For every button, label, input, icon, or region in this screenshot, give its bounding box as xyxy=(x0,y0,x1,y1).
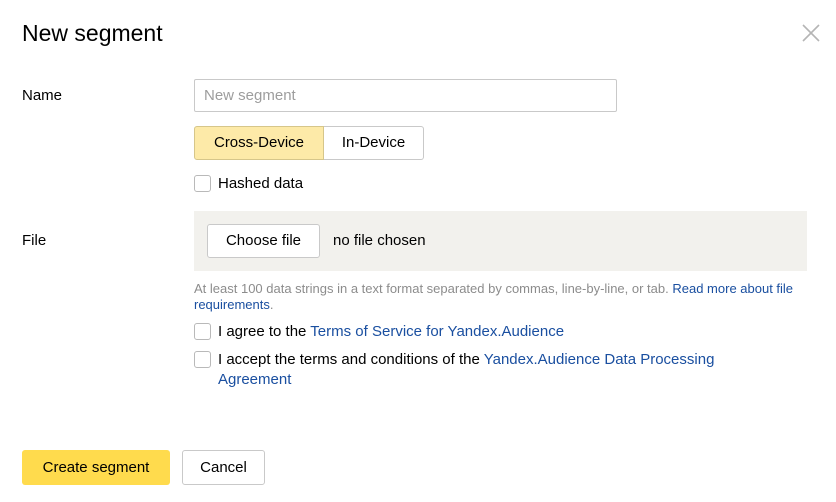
close-icon[interactable] xyxy=(800,22,822,44)
segment-name-input[interactable] xyxy=(194,79,617,112)
tos-label: I agree to the Terms of Service for Yand… xyxy=(218,322,564,342)
tos-row: I agree to the Terms of Service for Yand… xyxy=(194,322,564,342)
file-label: File xyxy=(22,232,47,249)
choose-file-button[interactable]: Choose file xyxy=(207,224,320,258)
dpa-row: I accept the terms and conditions of the… xyxy=(194,350,774,390)
hashed-data-label: Hashed data xyxy=(218,175,304,192)
hashed-data-row: Hashed data xyxy=(194,174,303,194)
file-hint: At least 100 data strings in a text form… xyxy=(194,281,794,313)
cross-device-option[interactable]: Cross-Device xyxy=(194,126,324,160)
file-status: no file chosen xyxy=(333,232,426,249)
tos-link[interactable]: Terms of Service for Yandex.Audience xyxy=(310,323,564,340)
dpa-prefix: I accept the terms and conditions of the xyxy=(218,351,484,368)
name-label: Name xyxy=(22,87,63,104)
dialog-title: New segment xyxy=(22,20,163,46)
tos-checkbox[interactable] xyxy=(194,323,211,340)
file-hint-text: At least 100 data strings in a text form… xyxy=(194,281,669,296)
hashed-data-checkbox[interactable] xyxy=(194,175,211,192)
dpa-checkbox[interactable] xyxy=(194,351,211,368)
file-upload-area: Choose file no file chosen xyxy=(194,211,807,271)
dpa-label: I accept the terms and conditions of the… xyxy=(218,350,774,390)
create-segment-button[interactable]: Create segment xyxy=(22,450,170,485)
file-hint-end: . xyxy=(269,297,274,312)
cancel-button[interactable]: Cancel xyxy=(182,450,265,485)
device-type-toggle: Cross-Device In-Device xyxy=(194,126,424,160)
in-device-option[interactable]: In-Device xyxy=(324,126,424,160)
tos-prefix: I agree to the xyxy=(218,323,311,340)
